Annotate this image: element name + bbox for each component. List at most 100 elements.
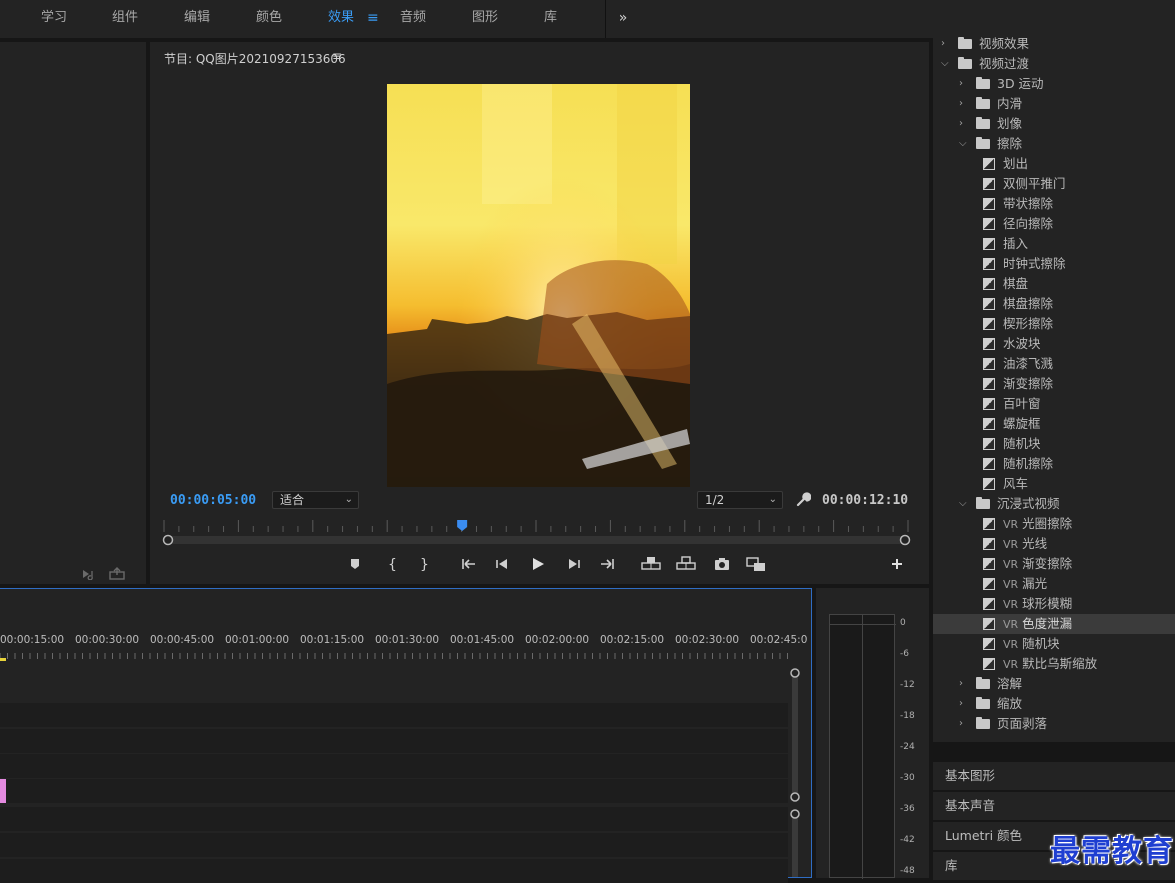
effect-item[interactable]: 径向擦除: [933, 214, 1175, 234]
extract-icon[interactable]: [675, 552, 697, 576]
panel-essential-graphics[interactable]: 基本图形: [933, 762, 1175, 790]
effect-prefix: VR: [1003, 618, 1019, 631]
effects-folder[interactable]: › 页面剥落: [933, 714, 1175, 734]
chevron-right-icon[interactable]: ›: [959, 114, 963, 134]
chevron-right-icon[interactable]: ›: [941, 34, 945, 54]
mark-in-icon[interactable]: {: [386, 552, 398, 576]
time-ruler[interactable]: [163, 520, 909, 534]
effect-item[interactable]: 时钟式擦除: [933, 254, 1175, 274]
effects-folder[interactable]: › 视频效果: [933, 34, 1175, 54]
chevron-right-icon[interactable]: ›: [959, 94, 963, 114]
workspace-tab-graphics[interactable]: 图形: [472, 0, 498, 38]
effects-folder[interactable]: ⌵ 擦除: [933, 134, 1175, 154]
folder-icon: [976, 697, 990, 709]
effect-item[interactable]: 棋盘擦除: [933, 294, 1175, 314]
mark-out-icon[interactable]: }: [418, 552, 430, 576]
effects-folder[interactable]: ⌵ 视频过渡: [933, 54, 1175, 74]
effect-item[interactable]: 风车: [933, 474, 1175, 494]
effect-item[interactable]: 楔形擦除: [933, 314, 1175, 334]
track-row[interactable]: [0, 807, 788, 831]
timeline-vertical-scrollbar[interactable]: [788, 667, 802, 877]
panel-menu-icon[interactable]: ≡: [332, 49, 342, 63]
chevron-right-icon[interactable]: ›: [959, 694, 963, 714]
folder-icon: [976, 117, 990, 129]
workspace-tab-assembly[interactable]: 组件: [112, 0, 138, 38]
track-row[interactable]: [0, 754, 788, 778]
effect-name: 随机擦除: [1003, 456, 1054, 471]
effect-item[interactable]: 双侧平推门: [933, 174, 1175, 194]
effect-item[interactable]: 棋盘: [933, 274, 1175, 294]
scroll-handle-left[interactable]: [162, 534, 174, 546]
chevron-right-icon[interactable]: ›: [959, 714, 963, 734]
effect-item[interactable]: 百叶窗: [933, 394, 1175, 414]
effect-item[interactable]: VR 球形模糊: [933, 594, 1175, 614]
chevron-right-icon[interactable]: ›: [959, 74, 963, 94]
playhead-marker[interactable]: [457, 520, 468, 531]
effects-folder[interactable]: › 划像: [933, 114, 1175, 134]
track-row[interactable]: [0, 703, 788, 727]
effect-item[interactable]: VR 随机块: [933, 634, 1175, 654]
export-audio-icon[interactable]: [82, 568, 98, 580]
effect-item[interactable]: 渐变擦除: [933, 374, 1175, 394]
add-marker-icon[interactable]: [348, 552, 362, 576]
workspace-tab-effects[interactable]: 效果: [328, 0, 354, 38]
go-to-in-icon[interactable]: [460, 552, 478, 576]
track-row[interactable]: [0, 729, 788, 753]
effect-item[interactable]: VR 漏光: [933, 574, 1175, 594]
effect-item[interactable]: 螺旋框: [933, 414, 1175, 434]
transition-icon: [983, 178, 995, 190]
effect-item[interactable]: 随机块: [933, 434, 1175, 454]
effect-item[interactable]: 水波块: [933, 334, 1175, 354]
track-row[interactable]: [0, 833, 788, 857]
workspace-tab-learn[interactable]: 学习: [41, 0, 67, 38]
track-row[interactable]: [6, 779, 788, 803]
go-to-out-icon[interactable]: [598, 552, 616, 576]
effect-item[interactable]: VR 渐变擦除: [933, 554, 1175, 574]
effects-folder[interactable]: › 内滑: [933, 94, 1175, 114]
track-row[interactable]: [0, 859, 788, 883]
camera-icon[interactable]: [713, 552, 731, 576]
panel-essential-sound[interactable]: 基本声音: [933, 792, 1175, 820]
zoom-scrollbar[interactable]: [162, 534, 911, 546]
timeline-ruler[interactable]: 00:00:15:00 00:00:30:00 00:00:45:00 00:01:0…: [0, 634, 807, 648]
effect-item[interactable]: VR 光线: [933, 534, 1175, 554]
chevron-down-icon[interactable]: ⌵: [959, 494, 967, 514]
transition-icon: [983, 658, 995, 670]
effect-item[interactable]: 油漆飞溅: [933, 354, 1175, 374]
insert-icon[interactable]: [109, 567, 125, 580]
workspace-tab-editing[interactable]: 编辑: [184, 0, 210, 38]
chevron-right-icon[interactable]: ›: [959, 674, 963, 694]
current-timecode[interactable]: 00:00:05:00: [170, 493, 256, 508]
step-forward-icon[interactable]: [566, 552, 582, 576]
compare-view-icon[interactable]: [745, 552, 767, 576]
workspace-tab-audio[interactable]: 音频: [400, 0, 426, 38]
effect-item[interactable]: 随机擦除: [933, 454, 1175, 474]
play-icon[interactable]: [530, 552, 546, 576]
effect-item[interactable]: 插入: [933, 234, 1175, 254]
hamburger-icon[interactable]: ≡: [367, 0, 379, 38]
effects-folder[interactable]: › 缩放: [933, 694, 1175, 714]
program-title[interactable]: 节目: QQ图片20210927153606: [164, 50, 346, 67]
wrench-icon[interactable]: [795, 492, 811, 508]
video-frame[interactable]: [387, 84, 690, 487]
chevron-down-icon[interactable]: ⌵: [959, 134, 967, 154]
effect-item[interactable]: 划出: [933, 154, 1175, 174]
chevron-down-icon[interactable]: ⌵: [941, 54, 949, 74]
effects-folder[interactable]: › 溶解: [933, 674, 1175, 694]
effect-item[interactable]: VR 默比乌斯缩放: [933, 654, 1175, 674]
step-back-icon[interactable]: [494, 552, 510, 576]
effect-item[interactable]: VR 光圈擦除: [933, 514, 1175, 534]
lift-icon[interactable]: [640, 552, 662, 576]
zoom-fit-dropdown[interactable]: 适合 ⌄: [272, 491, 359, 509]
playback-resolution-dropdown[interactable]: 1/2 ⌄: [697, 491, 783, 509]
workspace-tab-color[interactable]: 颜色: [256, 0, 282, 38]
effects-folder[interactable]: ⌵ 沉浸式视频: [933, 494, 1175, 514]
effect-name: 插入: [1003, 236, 1029, 251]
scroll-handle-right[interactable]: [899, 534, 911, 546]
effects-folder[interactable]: › 3D 运动: [933, 74, 1175, 94]
effect-item[interactable]: VR 色度泄漏: [933, 614, 1175, 634]
more-workspaces-icon[interactable]: »: [612, 0, 634, 38]
workspace-tab-libraries[interactable]: 库: [544, 0, 557, 38]
add-button-icon[interactable]: [889, 552, 905, 576]
effect-item[interactable]: 带状擦除: [933, 194, 1175, 214]
